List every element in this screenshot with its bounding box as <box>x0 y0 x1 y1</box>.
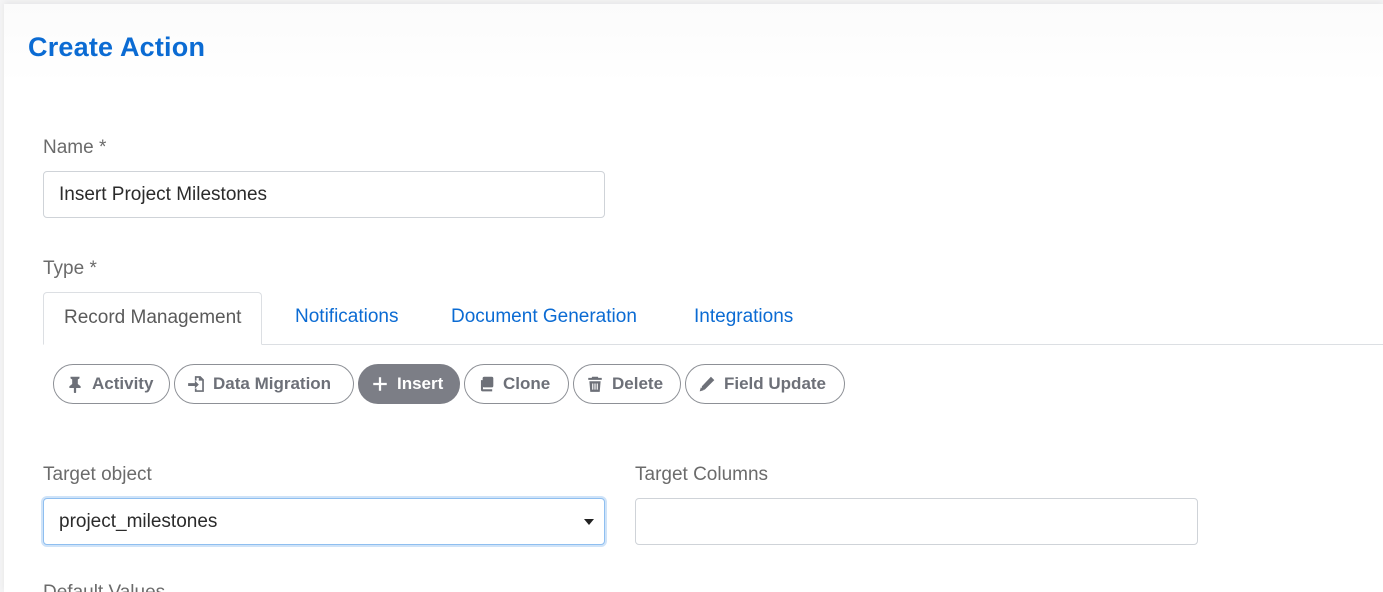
tab-record-management[interactable]: Record Management <box>43 292 263 345</box>
tab-integrations[interactable]: Integrations <box>694 292 793 344</box>
plus-icon <box>371 375 389 393</box>
dropdown-arrow-icon <box>584 519 594 525</box>
pin-icon <box>66 375 84 393</box>
target-columns-input[interactable] <box>635 498 1198 545</box>
tab-document-generation[interactable]: Document Generation <box>451 292 637 344</box>
default-values-label: Default Values <box>43 582 165 592</box>
field-update-button[interactable]: Field Update <box>685 364 845 404</box>
delete-label: Delete <box>612 374 664 393</box>
insert-label: Insert <box>397 374 444 393</box>
name-label: Name * <box>43 137 107 158</box>
activity-label: Activity <box>92 374 154 393</box>
copy-icon <box>477 375 495 393</box>
clone-button[interactable]: Clone <box>464 364 569 404</box>
target-object-label: Target object <box>43 464 152 485</box>
target-object-select[interactable]: project_milestones <box>43 498 605 545</box>
field-update-label: Field Update <box>724 374 827 393</box>
target-object-value: project_milestones <box>59 511 218 532</box>
data-migration-button[interactable]: Data Migration <box>174 364 354 404</box>
name-input[interactable] <box>43 171 605 218</box>
tab-notifications[interactable]: Notifications <box>295 292 399 344</box>
trash-icon <box>586 375 604 393</box>
import-icon <box>187 375 205 393</box>
insert-button[interactable]: Insert <box>358 364 460 404</box>
delete-button[interactable]: Delete <box>573 364 681 404</box>
data-migration-label: Data Migration <box>213 374 332 393</box>
pencil-icon <box>698 375 716 393</box>
create-action-page: Create Action Name * Type * Record Manag… <box>4 4 1383 592</box>
activity-button[interactable]: Activity <box>53 364 170 404</box>
type-label: Type * <box>43 258 97 279</box>
title-bar: Create Action <box>4 4 1383 84</box>
type-tabs: Record Management Notifications Document… <box>43 292 1383 345</box>
target-columns-label: Target Columns <box>635 464 769 485</box>
clone-label: Clone <box>503 374 551 393</box>
page-title: Create Action <box>28 32 206 62</box>
